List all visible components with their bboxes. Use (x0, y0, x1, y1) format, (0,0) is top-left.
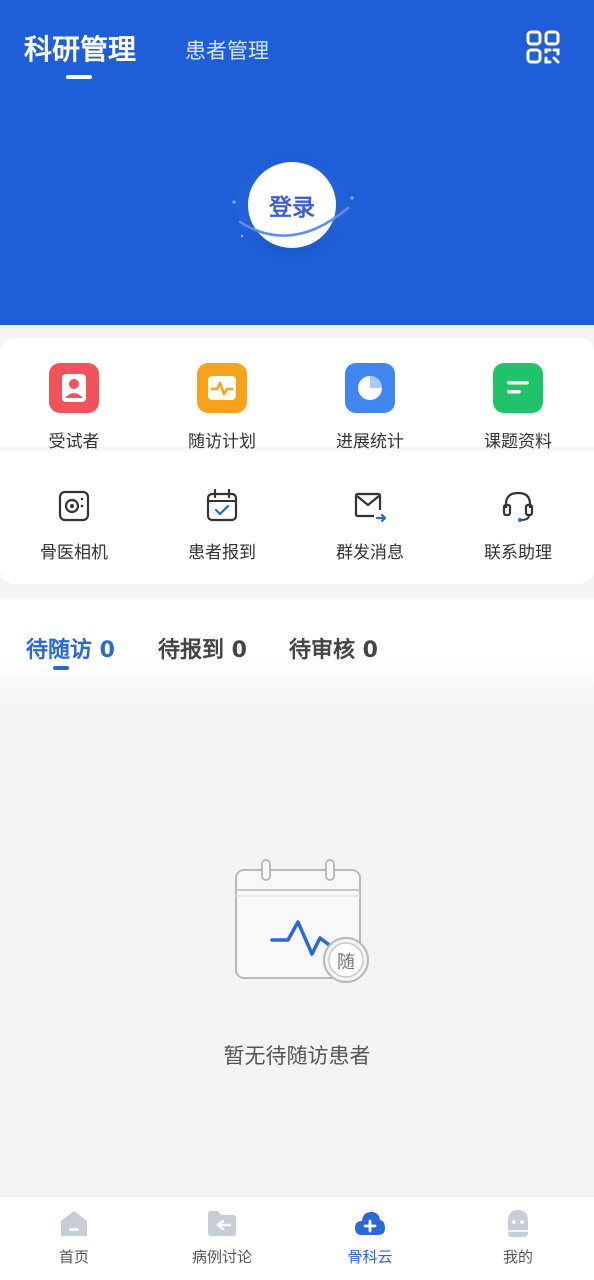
progress-chart-icon (345, 363, 395, 413)
profile-icon (508, 1210, 528, 1237)
camera-icon (58, 490, 90, 522)
task-tab-indicator (53, 666, 69, 670)
menu-item-contact-assistant[interactable]: 联系助理 (444, 488, 592, 563)
login-button[interactable]: 登录 (248, 162, 336, 248)
followup-plan-icon (197, 363, 247, 413)
subject-person-icon (49, 363, 99, 413)
menu-item-project-docs[interactable]: 课题资料 (444, 363, 592, 453)
tab-pending-checkin[interactable]: 待报到 0 (158, 632, 247, 664)
nav-profile[interactable]: 我的 (444, 1197, 592, 1280)
headset-icon (502, 491, 534, 522)
menu-label: 随访计划 (188, 432, 256, 452)
calendar-check-icon (206, 488, 238, 522)
menu-label: 患者报到 (188, 543, 256, 563)
tab-patient-management[interactable]: 患者管理 (185, 35, 269, 65)
active-tab-indicator (66, 75, 92, 79)
login-area: 登录 (222, 150, 362, 260)
empty-state-text: 暂无待随访患者 (223, 1044, 371, 1068)
menu-label: 课题资料 (484, 432, 552, 452)
nav-case-discussion[interactable]: 病例讨论 (148, 1197, 296, 1280)
bottom-nav: 首页 病例讨论 骨科云 我的 (0, 1196, 594, 1280)
tab-research-management[interactable]: 科研管理 (24, 28, 136, 68)
empty-badge-text: 随 (337, 952, 355, 973)
menu-label: 进展统计 (336, 432, 404, 452)
menu-item-followup-plan[interactable]: 随访计划 (148, 363, 296, 453)
tab-pending-followup[interactable]: 待随访 0 (26, 632, 115, 664)
menu-item-bone-camera[interactable]: 骨医相机 (0, 488, 148, 563)
nav-label: 首页 (58, 1248, 89, 1266)
cloud-plus-icon (355, 1212, 385, 1235)
tab-pending-review[interactable]: 待审核 0 (289, 632, 378, 664)
nav-ortho-cloud[interactable]: 骨科云 (296, 1197, 444, 1280)
home-icon (61, 1211, 87, 1236)
nav-label: 病例讨论 (191, 1248, 252, 1266)
menu-item-broadcast-message[interactable]: 群发消息 (296, 488, 444, 563)
nav-home[interactable]: 首页 (0, 1197, 148, 1280)
document-icon (493, 363, 543, 413)
menu-item-patient-checkin[interactable]: 患者报到 (148, 488, 296, 563)
nav-label: 我的 (502, 1248, 533, 1266)
menu-label: 受试者 (48, 432, 100, 452)
menu-item-progress-stats[interactable]: 进展统计 (296, 363, 444, 453)
menu-label: 骨医相机 (40, 543, 108, 563)
menu-label: 联系助理 (484, 543, 552, 563)
menu-item-subjects[interactable]: 受试者 (0, 363, 148, 453)
menu-label: 群发消息 (336, 543, 404, 563)
header-banner: 科研管理 患者管理 登录 (0, 0, 594, 325)
nav-label: 骨科云 (347, 1248, 393, 1266)
case-folder-icon (208, 1211, 236, 1236)
mail-send-icon (354, 492, 387, 523)
qr-scan-icon[interactable] (526, 30, 560, 64)
